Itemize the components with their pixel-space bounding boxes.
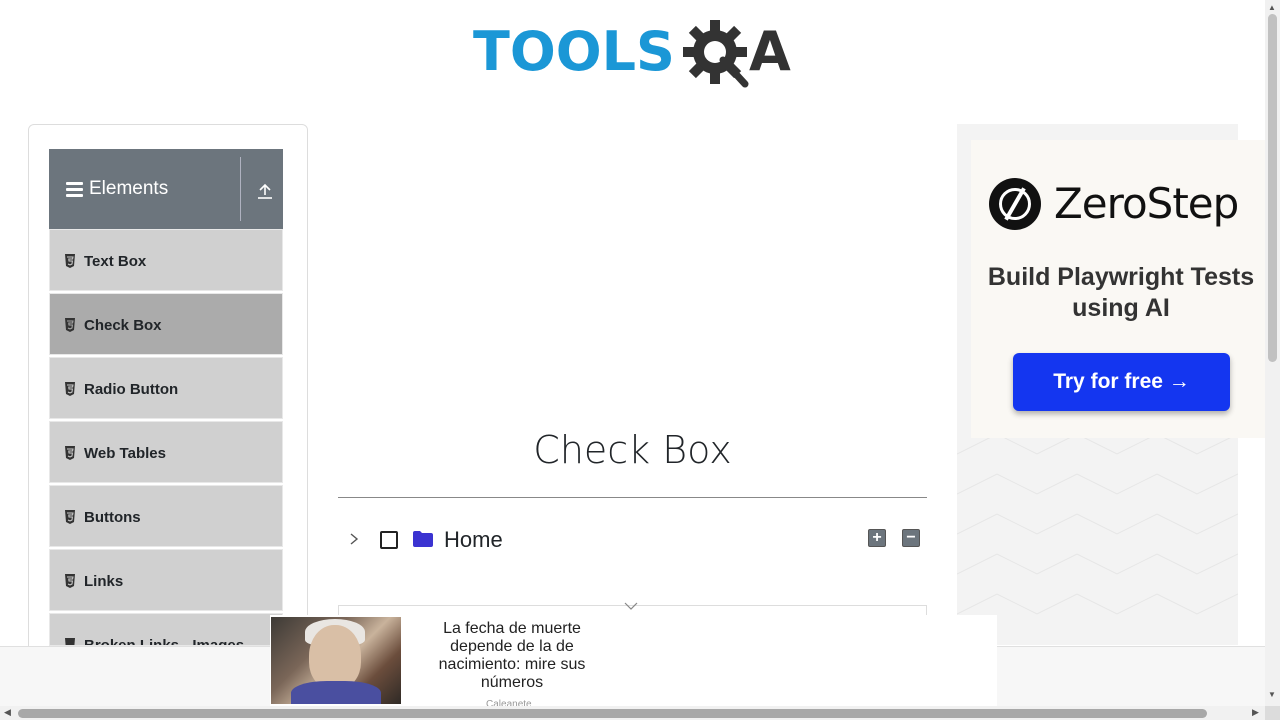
gear-icon [683, 20, 749, 88]
home-checkbox[interactable] [380, 531, 398, 549]
vertical-scrollbar[interactable]: ▲ ▼ [1265, 0, 1280, 706]
sidebar-item-label: Check Box [84, 317, 162, 334]
group-title: Elements [89, 178, 169, 199]
ad-brand-name: ZeroStep [1054, 179, 1239, 228]
sidebar-item-links[interactable]: Links [49, 549, 283, 611]
sidebar-item-text-box[interactable]: Text Box [49, 229, 283, 291]
horizontal-scroll-thumb[interactable] [18, 709, 1207, 718]
scrollbar-corner [1265, 706, 1280, 720]
zerostep-logo-icon [989, 178, 1041, 230]
scroll-down-icon[interactable]: ▼ [1268, 690, 1276, 699]
scroll-right-icon[interactable]: ▶ [1252, 707, 1259, 718]
try-for-free-button[interactable]: Try for free → [1013, 353, 1230, 411]
sidebar-item-label: Web Tables [84, 445, 166, 462]
logo-text: TOOLS [473, 20, 675, 83]
scroll-up-icon[interactable]: ▲ [1268, 3, 1276, 12]
sidebar-item-label: Broken Links - Images [84, 637, 245, 646]
collapse-all-button[interactable]: − [902, 529, 920, 547]
header-divider [240, 157, 241, 221]
ad-thumbnail[interactable] [271, 617, 401, 704]
html5-icon [65, 446, 75, 460]
scroll-left-icon[interactable]: ◀ [4, 707, 11, 718]
toolsqa-logo[interactable]: TOOLS A [473, 14, 797, 92]
sidebar-item-web-tables[interactable]: Web Tables [49, 421, 283, 483]
vertical-scroll-thumb[interactable] [1268, 14, 1277, 362]
folder-icon [413, 531, 433, 547]
logo-suffix: A [749, 20, 791, 83]
html5-icon [65, 382, 75, 396]
elements-group-header[interactable]: Elements [49, 149, 283, 229]
ad-tagline: Build Playwright Tests using AI [987, 263, 1255, 322]
html5-icon [65, 638, 75, 645]
chevron-right-icon[interactable] [348, 532, 360, 546]
ad-headline[interactable]: La fecha de muerte depende de la de naci… [412, 620, 612, 692]
tree-node-home: Home [338, 520, 927, 560]
page-title: Check Box [533, 428, 732, 472]
sidebar-item-broken-links[interactable]: Broken Links - Images [49, 613, 283, 646]
sidebar-item-label: Buttons [84, 509, 141, 526]
menu-icon [66, 182, 83, 197]
tree-node-label[interactable]: Home [444, 527, 503, 553]
horizontal-scrollbar[interactable]: ◀ ▶ [0, 706, 1265, 720]
html5-icon [65, 318, 75, 332]
html5-icon [65, 510, 75, 524]
html5-icon [65, 254, 75, 268]
sidebar-item-label: Radio Button [84, 381, 179, 398]
expand-all-button[interactable]: + [868, 529, 886, 547]
html5-icon [65, 574, 75, 588]
collapse-arrow-icon[interactable] [256, 182, 274, 200]
chevron-down-icon [624, 602, 638, 610]
sidebar-item-buttons[interactable]: Buttons [49, 485, 283, 547]
sidebar-item-check-box[interactable]: Check Box [49, 293, 283, 355]
sidebar-item-label: Text Box [84, 253, 147, 270]
sidebar-item-radio-button[interactable]: Radio Button [49, 357, 283, 419]
sidebar-item-label: Links [84, 573, 124, 590]
title-divider [338, 497, 927, 498]
